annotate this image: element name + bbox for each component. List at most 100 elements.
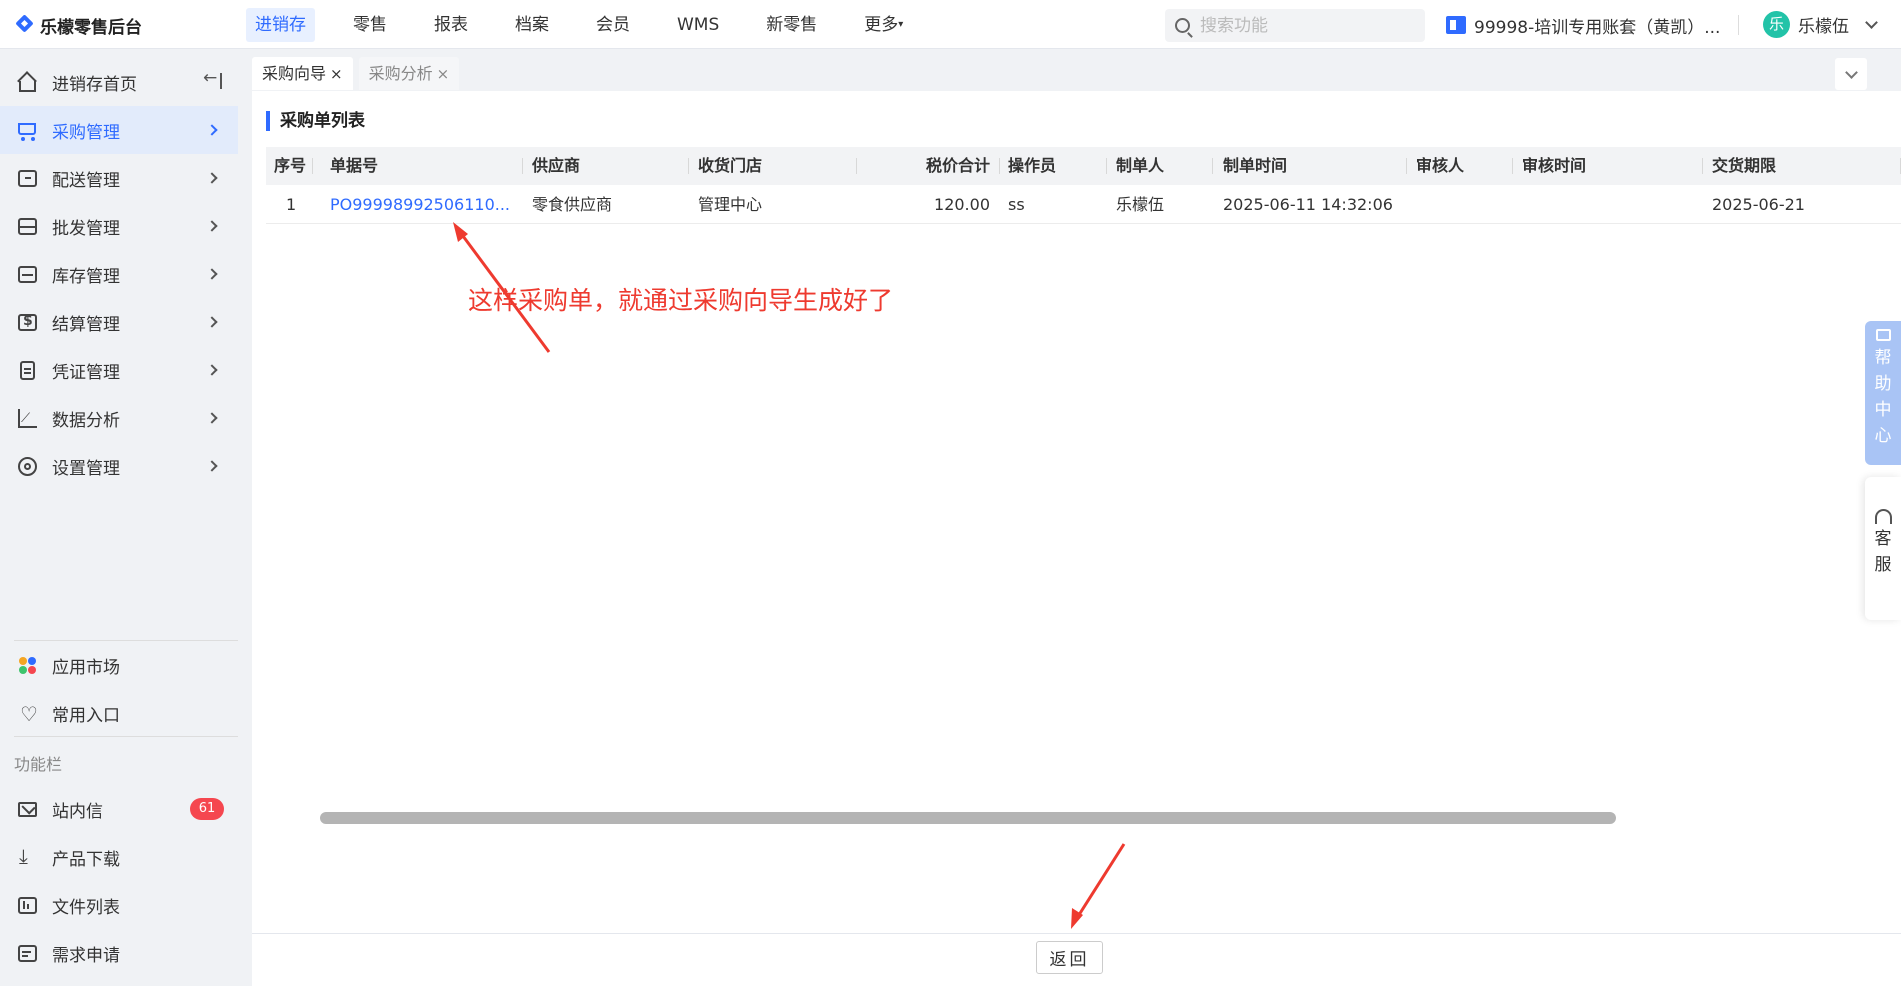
sidebar: 进销存首页 采购管理 配送管理 批发管理 库存管理 $ 结算管理 凭证管理 ⟋ …: [0, 49, 238, 986]
sidebar-item-settings[interactable]: 设置管理: [0, 442, 238, 490]
order-number-link[interactable]: PO99998992506110...: [330, 186, 516, 224]
headset-icon: [1874, 509, 1892, 524]
cell-created-time: 2025-06-11 14:32:06: [1223, 195, 1393, 214]
horizontal-scrollbar[interactable]: [320, 812, 1616, 824]
search-input[interactable]: [1200, 15, 1400, 36]
tab-purchase-analysis[interactable]: 采购分析 ×: [358, 57, 460, 90]
voucher-icon: [17, 360, 38, 381]
back-button[interactable]: 返回: [1036, 941, 1103, 974]
column-header: 审核人: [1416, 156, 1465, 175]
column-divider[interactable]: [1406, 158, 1407, 174]
tab-purchase-wizard[interactable]: 采购向导 ×: [252, 57, 353, 90]
unread-badge: 61: [190, 798, 224, 820]
sidebar-item-file-list[interactable]: 文件列表: [0, 881, 238, 929]
sidebar-item-home[interactable]: 进销存首页: [0, 58, 238, 106]
sidebar-item-inventory[interactable]: 库存管理: [0, 250, 238, 298]
sidebar-item-voucher[interactable]: 凭证管理: [0, 346, 238, 394]
sidebar-item-label: 站内信: [52, 801, 103, 822]
sidebar-item-label: 设置管理: [52, 458, 120, 479]
cell-store: 管理中心: [698, 195, 763, 214]
column-divider[interactable]: [856, 158, 857, 174]
download-icon: [17, 844, 38, 868]
chart-icon: ⟋: [17, 408, 38, 429]
table-row[interactable]: 1 PO99998992506110... 零食供应商 管理中心 120.00 …: [266, 186, 1901, 224]
column-header: 制单时间: [1223, 156, 1288, 175]
sidebar-item-request[interactable]: 需求申请: [0, 929, 238, 977]
chevron-down-icon: [1865, 16, 1878, 29]
chevron-right-icon: [206, 124, 218, 136]
sidebar-item-wholesale[interactable]: 批发管理: [0, 202, 238, 250]
main-nav: 进销存 零售 报表 档案 会员 WMS 新零售 更多▾: [246, 8, 941, 42]
column-divider[interactable]: [1702, 158, 1703, 174]
service-char: 服: [1874, 555, 1892, 575]
divider: [14, 736, 238, 737]
settings-icon: [17, 456, 38, 477]
nav-more-label: 更多: [864, 15, 899, 35]
column-divider[interactable]: [522, 158, 523, 174]
sidebar-item-label: 凭证管理: [52, 362, 120, 383]
sidebar-item-label: 需求申请: [52, 945, 120, 966]
sidebar-item-analytics[interactable]: ⟋ 数据分析: [0, 394, 238, 442]
help-center-tab[interactable]: 帮 助 中 心: [1865, 321, 1901, 465]
sidebar-item-label: 进销存首页: [52, 74, 137, 95]
file-list-icon: [17, 895, 38, 916]
cell-index: 1: [286, 195, 297, 214]
sidebar-item-download[interactable]: 产品下载: [0, 833, 238, 881]
column-header: 序号: [274, 156, 307, 175]
column-divider[interactable]: [999, 158, 1000, 174]
service-char: 客: [1874, 529, 1892, 549]
sidebar-item-purchase[interactable]: 采购管理: [0, 106, 238, 154]
cell-total: 120.00: [934, 195, 990, 214]
collapse-sidebar-icon[interactable]: [203, 68, 222, 89]
sidebar-item-label: 应用市场: [52, 657, 120, 678]
column-divider[interactable]: [688, 158, 689, 174]
nav-item-members[interactable]: 会员: [587, 8, 639, 42]
column-header: 收货门店: [698, 156, 763, 175]
nav-item-new-retail[interactable]: 新零售: [757, 8, 826, 42]
chat-icon: [1875, 329, 1891, 341]
sidebar-item-app-market[interactable]: 应用市场: [0, 641, 238, 689]
sidebar-item-label: 库存管理: [52, 266, 120, 287]
request-icon: [17, 943, 38, 964]
app-logo[interactable]: 乐檬零售后台: [16, 12, 142, 38]
nav-item-jinxiaocun[interactable]: 进销存: [246, 8, 315, 42]
caret-down-icon: ▾: [898, 19, 904, 30]
sidebar-item-delivery[interactable]: 配送管理: [0, 154, 238, 202]
tab-label: 采购分析: [368, 64, 433, 83]
chevron-right-icon: [206, 412, 218, 424]
user-menu[interactable]: 乐 乐檬伍: [1763, 11, 1878, 38]
nav-item-archives[interactable]: 档案: [506, 8, 558, 42]
sidebar-item-label: 批发管理: [52, 218, 120, 239]
sidebar-item-messages[interactable]: 站内信 61: [0, 785, 238, 833]
chevron-right-icon: [206, 220, 218, 232]
customer-service-tab[interactable]: 客 服: [1865, 477, 1901, 620]
nav-item-reports[interactable]: 报表: [425, 8, 477, 42]
column-divider[interactable]: [1212, 158, 1213, 174]
nav-item-wms[interactable]: WMS: [668, 8, 728, 42]
column-divider[interactable]: [1512, 158, 1513, 174]
cell-creator: 乐檬伍: [1116, 195, 1165, 214]
close-icon[interactable]: ×: [437, 65, 450, 83]
search-box[interactable]: [1165, 9, 1425, 42]
sidebar-item-label: 采购管理: [52, 122, 120, 143]
sidebar-item-settlement[interactable]: $ 结算管理: [0, 298, 238, 346]
account-switcher[interactable]: 99998-培训专用账套（黄凯）...: [1446, 13, 1721, 38]
column-divider[interactable]: [312, 158, 313, 174]
close-icon[interactable]: ×: [330, 65, 343, 83]
column-header: 审核时间: [1522, 156, 1587, 175]
chevron-right-icon: [206, 172, 218, 184]
table-header: 序号 单据号 供应商 收货门店 税价合计 操作员 制单人 制单时间 审核人 审核…: [266, 147, 1901, 185]
delivery-icon: [17, 168, 38, 189]
sidebar-item-favorites[interactable]: ♡ 常用入口: [0, 689, 238, 737]
nav-item-retail[interactable]: 零售: [344, 8, 396, 42]
tabs-dropdown-button[interactable]: [1835, 58, 1867, 90]
user-name: 乐檬伍: [1798, 17, 1849, 37]
column-header: 操作员: [1008, 156, 1057, 175]
nav-item-more[interactable]: 更多▾: [855, 8, 912, 42]
divider: [1738, 15, 1739, 35]
cell-delivery-deadline: 2025-06-21: [1712, 195, 1805, 214]
chevron-right-icon: [206, 268, 218, 280]
account-name: 99998-培训专用账套（黄凯）...: [1474, 17, 1721, 38]
heart-icon: ♡: [20, 701, 38, 726]
column-divider[interactable]: [1106, 158, 1107, 174]
